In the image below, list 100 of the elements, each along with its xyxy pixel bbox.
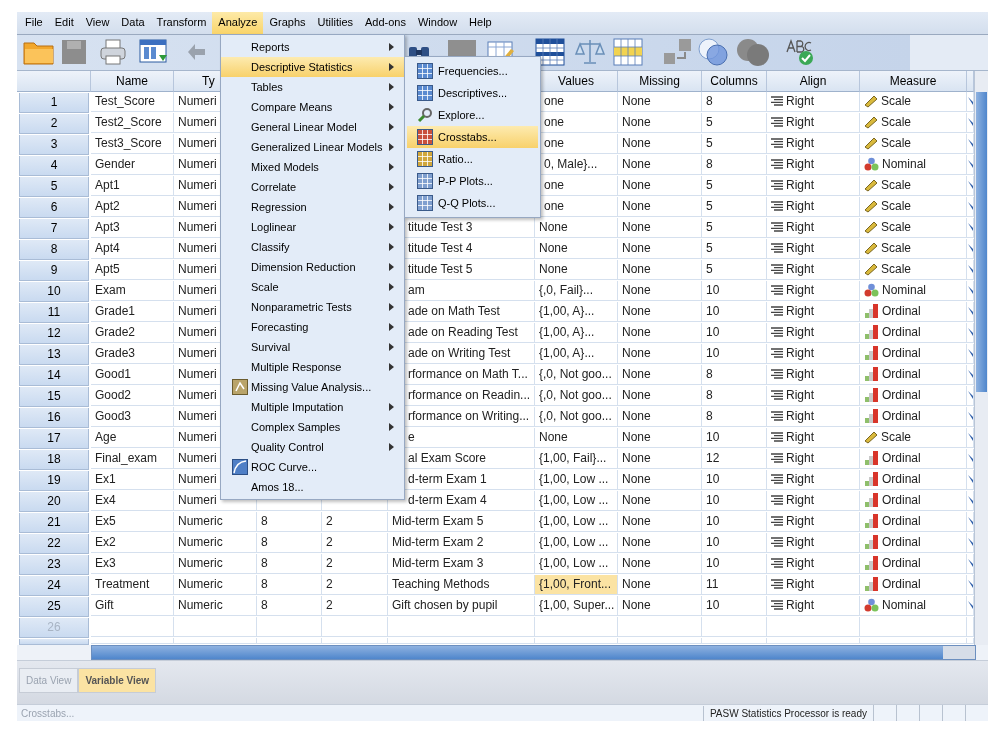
- table-cell[interactable]: {1,00, Super...: [535, 595, 618, 616]
- table-cell: 8: [702, 406, 767, 427]
- row-number[interactable]: 5: [19, 176, 89, 197]
- table-cell[interactable]: {1,00, A}...: [535, 322, 618, 343]
- table-icon: [417, 129, 433, 145]
- row-number[interactable]: 12: [19, 323, 89, 344]
- table-cell[interactable]: {,0, Fail}...: [535, 280, 618, 301]
- menubar-item[interactable]: Transform: [150, 12, 213, 34]
- table-cell: Good3: [91, 406, 174, 427]
- row-number[interactable]: 16: [19, 407, 89, 428]
- menu-item[interactable]: Descriptives...: [407, 82, 538, 104]
- table-cell[interactable]: {1,00, Fail}...: [535, 448, 618, 469]
- row-number[interactable]: 20: [19, 491, 89, 512]
- table-icon: [417, 195, 433, 211]
- row-number[interactable]: 8: [19, 239, 89, 260]
- table-cell[interactable]: {1,00, A}...: [535, 301, 618, 322]
- align-right-icon: [771, 369, 783, 380]
- row-number[interactable]: 23: [19, 554, 89, 575]
- table-cell[interactable]: None: [535, 427, 618, 448]
- menubar-item[interactable]: Graphs: [263, 12, 312, 34]
- row-number[interactable]: 17: [19, 428, 89, 449]
- menubar-item[interactable]: Analyze: [212, 12, 264, 34]
- table-cell[interactable]: {1,00, Low ...: [535, 490, 618, 511]
- spellcheck-icon[interactable]: [785, 38, 815, 67]
- table-icon[interactable]: [535, 38, 565, 67]
- table-cell: Mid-term Exam 2: [388, 532, 535, 553]
- menu-item[interactable]: Frequencies...: [407, 60, 538, 82]
- scales-icon[interactable]: [575, 38, 605, 67]
- menu-item[interactable]: Q-Q Plots...: [407, 192, 538, 214]
- menubar-item[interactable]: Add-ons: [359, 12, 412, 34]
- vertical-scrollbar[interactable]: [974, 70, 988, 645]
- menubar-item[interactable]: File: [19, 12, 49, 34]
- table-cell[interactable]: {1,00, Low ...: [535, 532, 618, 553]
- table-cell: None: [618, 238, 702, 259]
- menu-item[interactable]: Descriptive Statistics: [221, 57, 404, 77]
- table-cell: None: [618, 343, 702, 364]
- row-number[interactable]: 7: [19, 218, 89, 239]
- venn-icon[interactable]: [697, 37, 731, 68]
- row-number[interactable]: 11: [19, 302, 89, 323]
- table-cell[interactable]: None: [535, 238, 618, 259]
- circles-icon[interactable]: [735, 37, 771, 68]
- row-number[interactable]: 13: [19, 344, 89, 365]
- table-cell[interactable]: None: [535, 217, 618, 238]
- table-cell: None: [618, 154, 702, 175]
- table-cell[interactable]: {1,00, Front...: [535, 574, 618, 595]
- row-number[interactable]: [19, 638, 89, 645]
- save-icon[interactable]: [61, 39, 87, 66]
- menu-item[interactable]: Ratio...: [407, 148, 538, 170]
- menu-item[interactable]: P-P Plots...: [407, 170, 538, 192]
- row-number[interactable]: 24: [19, 575, 89, 596]
- table-cell: Ex5: [91, 511, 174, 532]
- table-cell[interactable]: {,0, Not goo...: [535, 406, 618, 427]
- row-number[interactable]: 22: [19, 533, 89, 554]
- menubar-item[interactable]: Edit: [48, 12, 80, 34]
- row-number[interactable]: 3: [19, 134, 89, 155]
- menu-item[interactable]: Crosstabs...: [407, 126, 538, 148]
- row-number[interactable]: 1: [19, 92, 89, 113]
- menubar-item[interactable]: Help: [463, 12, 498, 34]
- row-number[interactable]: 14: [19, 365, 89, 386]
- row-number[interactable]: 18: [19, 449, 89, 470]
- table-cell[interactable]: {1,00, A}...: [535, 343, 618, 364]
- row-number[interactable]: 15: [19, 386, 89, 407]
- table-cell: Right: [786, 514, 814, 529]
- table-cell: Numeric: [174, 553, 257, 574]
- split-icon[interactable]: [663, 38, 693, 67]
- print-icon[interactable]: [99, 38, 127, 67]
- row-number[interactable]: 4: [19, 155, 89, 176]
- menubar-item[interactable]: Window: [412, 12, 464, 34]
- table-cell: Age: [91, 427, 174, 448]
- table-cell: Ex4: [91, 490, 174, 511]
- table-cell[interactable]: {1,00, Low ...: [535, 511, 618, 532]
- table-cell[interactable]: {,0, Not goo...: [535, 385, 618, 406]
- view-tab[interactable]: Variable View: [78, 667, 157, 693]
- table-cell: None: [618, 196, 702, 217]
- table-cell: Ordinal: [882, 367, 921, 382]
- row-number[interactable]: 2: [19, 113, 89, 134]
- row-number[interactable]: 25: [19, 596, 89, 617]
- table-cell[interactable]: None: [535, 259, 618, 280]
- table-cell: 8: [257, 553, 322, 574]
- row-number[interactable]: 21: [19, 512, 89, 533]
- row-number[interactable]: 6: [19, 197, 89, 218]
- align-right-icon: [771, 579, 783, 590]
- table-cell[interactable]: {1,00, Low ...: [535, 553, 618, 574]
- row-number[interactable]: 9: [19, 260, 89, 281]
- align-right-icon: [771, 285, 783, 296]
- menubar-item[interactable]: Utilities: [311, 12, 359, 34]
- table-cell: Ordinal: [882, 346, 921, 361]
- menu-item[interactable]: Explore...: [407, 104, 538, 126]
- table-cell: None: [618, 112, 702, 133]
- row-number[interactable]: 19: [19, 470, 89, 491]
- table-cell: 2: [322, 511, 388, 532]
- row-number[interactable]: 10: [19, 281, 89, 302]
- arrow-icon: [389, 443, 394, 451]
- menu-item[interactable]: Reports: [221, 37, 404, 57]
- table-cell[interactable]: {,0, Not goo...: [535, 364, 618, 385]
- menubar-item[interactable]: Data: [115, 12, 151, 34]
- table-cell[interactable]: {1,00, Low ...: [535, 469, 618, 490]
- table-cell: Right: [786, 283, 814, 298]
- table-icon: [417, 63, 433, 79]
- menubar-item[interactable]: View: [79, 12, 116, 34]
